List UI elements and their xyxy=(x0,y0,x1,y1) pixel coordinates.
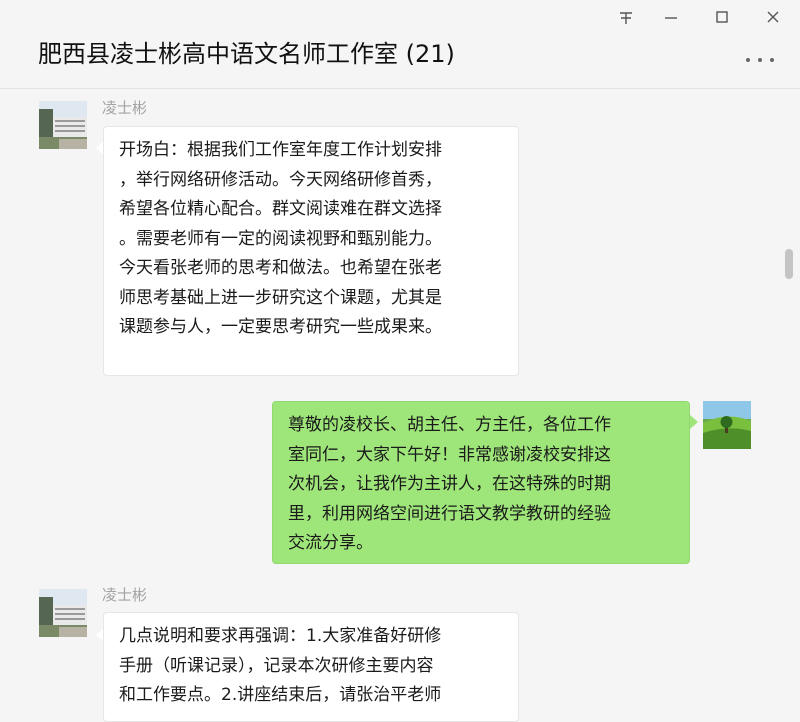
scrollbar-thumb[interactable] xyxy=(785,249,793,279)
maximize-icon[interactable] xyxy=(707,4,737,30)
message-line: 交流分享。 xyxy=(288,533,373,553)
avatar[interactable] xyxy=(703,401,751,449)
pin-icon[interactable] xyxy=(611,4,641,30)
message-line: 次机会，让我作为主讲人，在这特殊的时期 xyxy=(288,474,611,494)
message-line: 手册（听课记录），记录本次研修主要内容 xyxy=(119,655,434,676)
chat-scrollbar[interactable] xyxy=(783,89,795,707)
title-bar: 肥西县凌士彬高中语文名师工作室 (21) xyxy=(0,0,800,89)
message-line: 课题参与人，一定要思考研究一些成果来。 xyxy=(119,317,442,337)
message-line: ，举行网络研修活动。今天网络研修首秀， xyxy=(119,169,442,190)
message-bubble[interactable]: 开场白：根据我们工作室年度工作计划安排 ，举行网络研修活动。今天网络研修首秀， … xyxy=(103,126,519,376)
message-bubble[interactable]: 尊敬的凌校长、胡主任、方主任，各位工作 室同仁，大家下午好！非常感谢凌校安排这 … xyxy=(272,401,690,564)
sender-name: 凌士彬 xyxy=(102,586,148,604)
more-dots-icon[interactable] xyxy=(742,52,778,66)
minimize-icon[interactable] xyxy=(656,4,686,30)
message-bubble[interactable]: 几点说明和要求再强调：1.大家准备好研修 手册（听课记录），记录本次研修主要内容… xyxy=(103,612,519,722)
close-icon[interactable] xyxy=(758,4,788,30)
avatar[interactable] xyxy=(39,101,87,149)
message-line: 尊敬的凌校长、胡主任、方主任，各位工作 xyxy=(288,415,611,435)
message-line: 今天看张老师的思考和做法。也希望在张老 xyxy=(119,258,442,278)
bubble-tail xyxy=(690,415,698,429)
message-line: 和工作要点。2.讲座结束后，请张治平老师 xyxy=(119,685,442,705)
message-line: 室同仁，大家下午好！非常感谢凌校安排这 xyxy=(288,444,611,465)
message-line: 希望各位精心配合。群文阅读难在群文选择 xyxy=(119,199,442,219)
avatar[interactable] xyxy=(39,589,87,637)
message-line: 开场白：根据我们工作室年度工作计划安排 xyxy=(119,140,442,160)
message-line: 几点说明和要求再强调：1.大家准备好研修 xyxy=(119,626,442,646)
sender-name: 凌士彬 xyxy=(102,99,148,117)
message-line: 里，利用网络空间进行语文教学教研的经验 xyxy=(288,503,611,524)
message-line: 师思考基础上进一步研究这个课题，尤其是 xyxy=(119,287,442,308)
message-line: 。需要老师有一定的阅读视野和甄别能力。 xyxy=(119,228,442,249)
chat-title: 肥西县凌士彬高中语文名师工作室 (21) xyxy=(38,40,455,68)
